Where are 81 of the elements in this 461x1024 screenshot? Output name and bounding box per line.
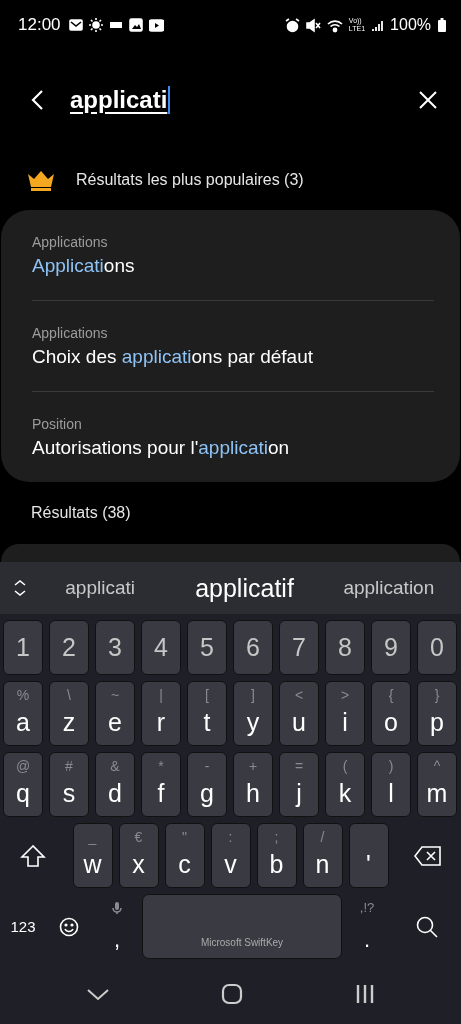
section-heading: Résultats les plus populaires (3) <box>76 171 304 189</box>
key[interactable]: 1 <box>3 620 43 675</box>
backspace-icon <box>413 844 442 867</box>
key[interactable]: 7 <box>279 620 319 675</box>
key[interactable]: - g <box>187 752 227 817</box>
key[interactable]: ~ e <box>95 681 135 746</box>
key[interactable]: # s <box>49 752 89 817</box>
mail-icon <box>68 18 83 32</box>
key[interactable]: % a <box>3 681 43 746</box>
result-title: Choix des applications par défaut <box>32 345 314 368</box>
key[interactable]: ^ m <box>417 752 457 817</box>
search-icon <box>415 915 438 938</box>
key[interactable]: > i <box>325 681 365 746</box>
key[interactable]: 3 <box>95 620 135 675</box>
key[interactable]: _ w <box>72 823 113 888</box>
mic-icon <box>111 900 123 915</box>
search-field[interactable]: applicati <box>70 80 395 120</box>
key[interactable]: { o <box>371 681 411 746</box>
suggestion[interactable]: applicatif <box>172 573 317 603</box>
key[interactable]: 4 <box>141 620 181 675</box>
result-title: Autorisations pour l'application <box>32 436 291 459</box>
recents-button[interactable] <box>355 983 376 1005</box>
shift-icon <box>20 843 47 868</box>
key[interactable]: ) l <box>371 752 411 817</box>
battery-level: 100% <box>390 16 431 34</box>
close-icon <box>417 89 439 111</box>
battery-icon <box>437 17 447 33</box>
period-key[interactable]: ,!? . <box>342 894 392 959</box>
key[interactable]: 6 <box>233 620 273 675</box>
result-title: Applications <box>32 254 136 277</box>
key[interactable]: 2 <box>49 620 89 675</box>
key[interactable]: } p <box>417 681 457 746</box>
key[interactable]: ' <box>348 823 389 888</box>
key[interactable]: ( k <box>325 752 365 817</box>
result-item[interactable]: Position Autorisations pour l'application <box>32 391 434 482</box>
home-icon <box>221 983 244 1005</box>
chevron-down-icon <box>85 986 110 1002</box>
suggestion[interactable]: applicati <box>28 577 173 599</box>
image-icon <box>128 18 143 32</box>
clock: 12:00 <box>18 15 61 35</box>
signal-icon <box>371 18 385 32</box>
key[interactable]: & d <box>95 752 135 817</box>
result-item[interactable]: Applications Applications <box>32 210 434 300</box>
alarm-icon <box>284 17 300 33</box>
key[interactable]: " c <box>164 823 205 888</box>
key[interactable]: = j <box>279 752 319 817</box>
key[interactable]: 8 <box>325 620 365 675</box>
sun-icon <box>88 18 103 32</box>
result-item[interactable]: Applications Choix des applications par défaut <box>32 300 434 391</box>
key[interactable]: : v <box>210 823 251 888</box>
expand-icon[interactable] <box>12 579 28 597</box>
key[interactable]: * f <box>141 752 181 817</box>
key[interactable]: \ z <box>49 681 89 746</box>
result-category: Applications <box>32 324 109 341</box>
key[interactable]: @ q <box>3 752 43 817</box>
key[interactable]: [ t <box>187 681 227 746</box>
play-icon <box>148 17 164 33</box>
mute-icon <box>305 17 321 33</box>
hide-keyboard-button[interactable] <box>85 986 110 1002</box>
section-heading: Résultats (38) <box>31 504 131 522</box>
key[interactable]: < u <box>279 681 319 746</box>
result-category: Applications <box>32 233 109 250</box>
key[interactable]: 9 <box>371 620 411 675</box>
home-button[interactable] <box>221 983 244 1005</box>
clear-button[interactable] <box>417 89 439 111</box>
key[interactable]: ] y <box>233 681 273 746</box>
wifi-icon <box>326 17 343 33</box>
suggestion[interactable]: application <box>316 577 461 599</box>
result-category: Position <box>32 415 83 432</box>
key[interactable]: 0 <box>417 620 457 675</box>
emoji-icon <box>59 916 79 937</box>
key[interactable]: 5 <box>187 620 227 675</box>
numbers-key[interactable]: 123 <box>0 918 46 935</box>
space-key[interactable]: Microsoft SwiftKey <box>142 894 342 959</box>
key[interactable]: ; b <box>256 823 297 888</box>
key[interactable]: / n <box>302 823 343 888</box>
recents-icon <box>355 983 376 1005</box>
key[interactable]: | r <box>141 681 181 746</box>
comma-key[interactable]: , <box>92 894 142 959</box>
key[interactable]: + h <box>233 752 273 817</box>
key[interactable]: € x <box>118 823 159 888</box>
